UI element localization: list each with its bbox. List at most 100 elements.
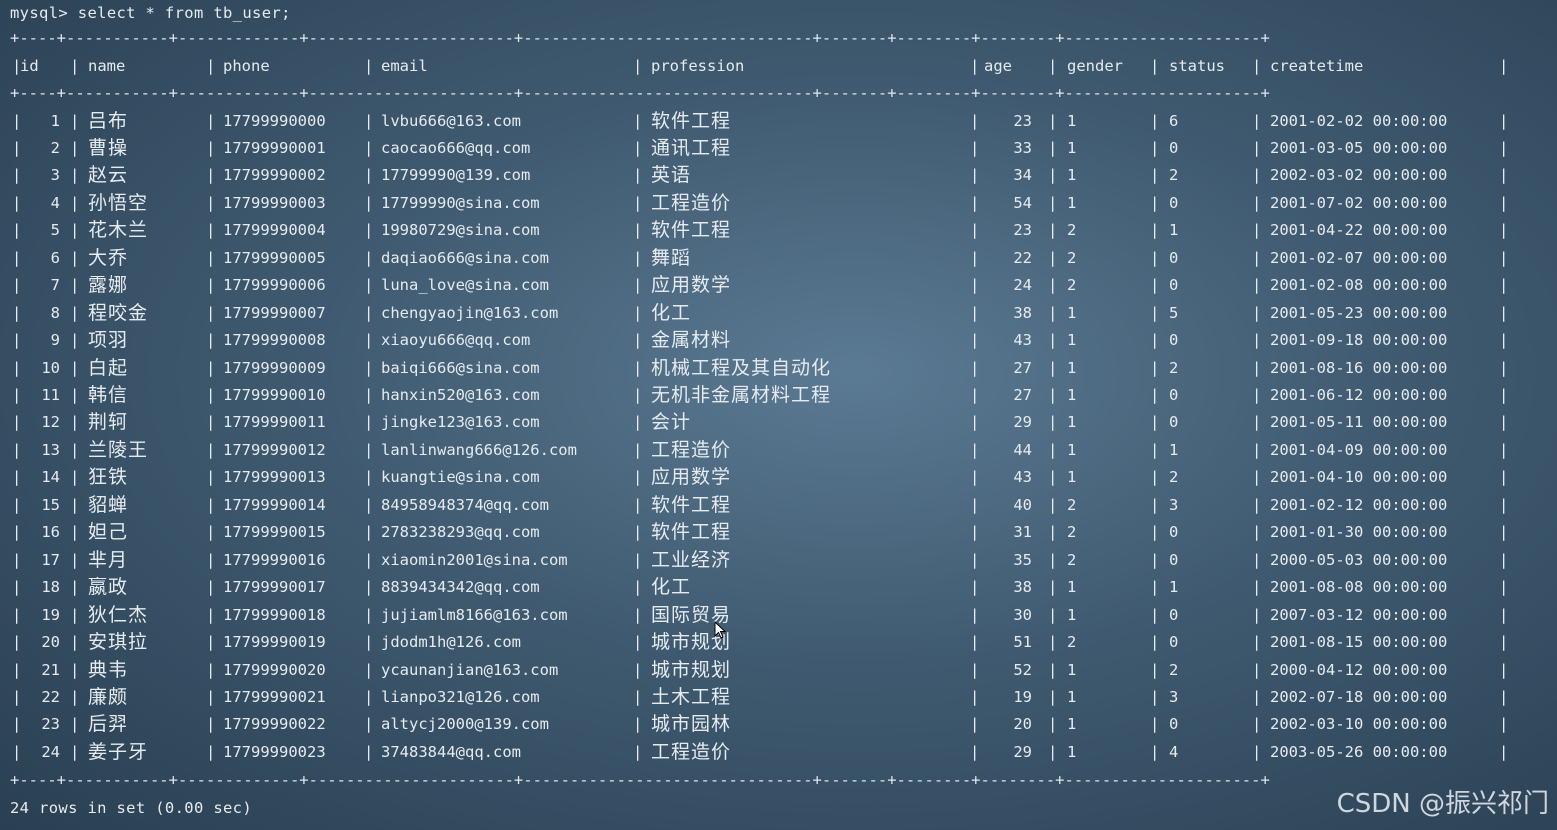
column-divider: | <box>206 358 216 377</box>
cell-status: 6 <box>1169 111 1179 130</box>
cell-createtime: 2001-02-07 00:00:00 <box>1270 248 1448 267</box>
column-divider: | <box>206 221 216 240</box>
cell-id: 6 <box>50 248 60 267</box>
result-summary: 24 rows in set (0.00 sec) <box>10 799 253 817</box>
column-divider: | <box>633 248 643 267</box>
column-divider: | <box>1048 138 1058 157</box>
cell-gender: 2 <box>1067 633 1077 652</box>
table-row: | | | | | | | | | | 15 貂蝉 17799990014 84958948374@qq.… <box>0 492 1557 520</box>
column-divider: | <box>970 523 980 542</box>
cell-createtime: 2001-05-23 00:00:00 <box>1270 303 1448 322</box>
column-divider: | <box>1048 523 1058 542</box>
cell-email: 19980729@sina.com <box>381 221 540 240</box>
cell-status: 0 <box>1169 523 1179 542</box>
column-divider: | <box>633 578 643 597</box>
cell-profession: 软件工程 <box>651 493 732 516</box>
cell-createtime: 2001-03-05 00:00:00 <box>1270 138 1448 157</box>
column-divider: | <box>633 468 643 487</box>
column-divider: | <box>633 605 643 624</box>
cell-age: 34 <box>1013 166 1032 185</box>
column-divider: | <box>364 715 374 734</box>
cell-email: luna_love@sina.com <box>381 276 549 295</box>
cell-age: 35 <box>1013 550 1032 569</box>
cell-age: 51 <box>1013 633 1032 652</box>
column-divider: | <box>364 358 374 377</box>
column-divider: | <box>206 687 216 706</box>
cell-name: 赵云 <box>88 164 129 187</box>
cell-id: 2 <box>50 138 60 157</box>
column-divider: | <box>1252 303 1262 322</box>
cell-name: 妲己 <box>88 521 129 544</box>
table-row: | | | | | | | | | | 20 安琪拉 17799990019 jdodm1h@126.co… <box>0 629 1557 657</box>
cell-profession: 工程造价 <box>651 740 732 763</box>
cell-name: 程咬金 <box>88 301 149 324</box>
column-divider: | <box>206 276 216 295</box>
column-divider: | <box>633 57 643 75</box>
column-divider: | <box>364 742 374 761</box>
cell-profession: 通讯工程 <box>651 136 732 159</box>
cell-name: 兰陵王 <box>88 438 149 461</box>
cell-name: 露娜 <box>88 274 129 297</box>
cell-age: 40 <box>1013 495 1032 514</box>
header-col-phone: phone <box>223 57 270 75</box>
column-divider: | <box>364 331 374 350</box>
column-divider: | <box>633 331 643 350</box>
cell-profession: 英语 <box>651 164 692 187</box>
cell-profession: 应用数学 <box>651 274 732 297</box>
cell-age: 24 <box>1013 276 1032 295</box>
column-divider: | <box>1499 193 1509 212</box>
column-divider: | <box>1499 166 1509 185</box>
column-divider: | <box>1150 276 1160 295</box>
cell-age: 38 <box>1013 578 1032 597</box>
column-divider: | <box>1499 660 1509 679</box>
column-divider: | <box>1252 468 1262 487</box>
cell-phone: 17799990015 <box>223 523 326 542</box>
cell-id: 10 <box>41 358 60 377</box>
cell-id: 7 <box>50 276 60 295</box>
cell-createtime: 2002-03-10 00:00:00 <box>1270 715 1448 734</box>
cell-id: 5 <box>50 221 60 240</box>
column-divider: | <box>206 413 216 432</box>
cell-id: 15 <box>41 495 60 514</box>
cell-age: 30 <box>1013 605 1032 624</box>
column-divider: | <box>206 523 216 542</box>
column-divider: | <box>1252 166 1262 185</box>
table-border-top: +----+-----------+-------------+--------… <box>10 29 1270 47</box>
header-col-name: name <box>88 57 126 75</box>
cell-createtime: 2002-03-02 00:00:00 <box>1270 166 1448 185</box>
column-divider: | <box>70 550 80 569</box>
column-divider: | <box>206 742 216 761</box>
column-divider: | <box>364 687 374 706</box>
column-divider: | <box>1499 386 1509 404</box>
column-divider: | <box>633 550 643 569</box>
column-divider: | <box>1252 523 1262 542</box>
cell-email: xiaomin2001@sina.com <box>381 550 568 569</box>
cell-phone: 17799990002 <box>223 166 326 185</box>
column-divider: | <box>1252 633 1262 652</box>
column-divider: | <box>70 331 80 350</box>
cell-age: 19 <box>1013 687 1032 706</box>
cell-email: chengyaojin@163.com <box>381 303 559 322</box>
cell-profession: 舞蹈 <box>651 246 692 269</box>
column-divider: | <box>1252 193 1262 212</box>
column-divider: | <box>1499 468 1509 487</box>
column-divider: | <box>364 166 374 185</box>
column-divider: | <box>970 386 980 404</box>
column-divider: | <box>206 386 216 404</box>
cell-status: 0 <box>1169 715 1179 734</box>
cell-createtime: 2001-01-30 00:00:00 <box>1270 523 1448 542</box>
cell-age: 44 <box>1013 440 1032 459</box>
cell-email: altycj2000@139.com <box>381 715 549 734</box>
column-divider: | <box>970 138 980 157</box>
column-divider: | <box>364 578 374 597</box>
cell-gender: 2 <box>1067 523 1077 542</box>
column-divider: | <box>1048 742 1058 761</box>
column-divider: | <box>1252 413 1262 432</box>
cell-id: 4 <box>50 193 60 212</box>
column-divider: | <box>206 303 216 322</box>
column-divider: | <box>1048 276 1058 295</box>
cell-profession: 工程造价 <box>651 191 732 214</box>
cell-email: jdodm1h@126.com <box>381 633 521 652</box>
cell-age: 23 <box>1013 221 1032 240</box>
cell-email: caocao666@qq.com <box>381 138 531 157</box>
